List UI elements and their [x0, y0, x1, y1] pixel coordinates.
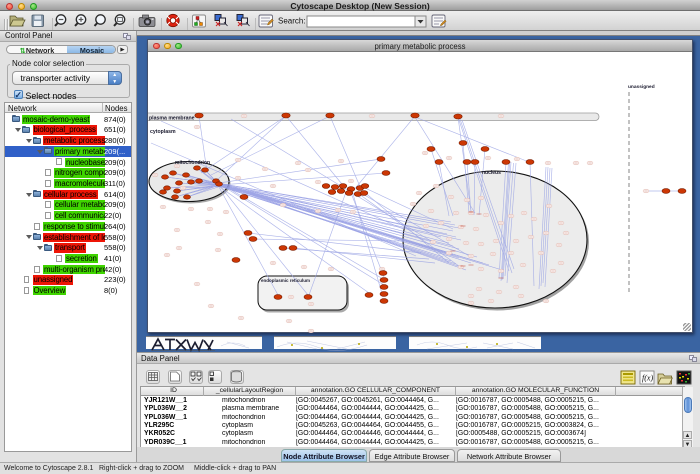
svg-text:unassigned: unassigned: [628, 84, 655, 90]
svg-text:nucleus: nucleus: [482, 170, 501, 176]
svg-text:cytoplasm: cytoplasm: [150, 129, 176, 135]
svg-text:Search:: Search:: [278, 17, 306, 26]
svg-text:endoplasmic reticulum: endoplasmic reticulum: [261, 278, 310, 283]
svg-text:f(x): f(x): [642, 374, 653, 383]
svg-text:mitochondrion: mitochondrion: [175, 160, 210, 166]
svg-text:plasma membrane: plasma membrane: [149, 116, 195, 122]
